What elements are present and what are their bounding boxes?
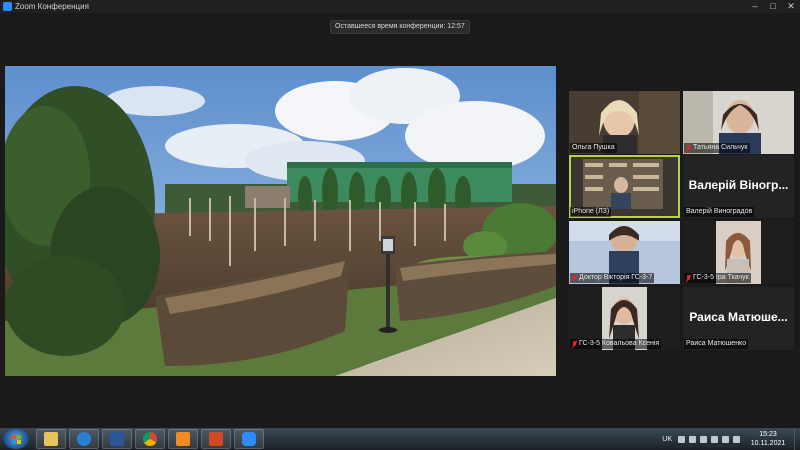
network-icon[interactable] [722, 435, 729, 443]
participant-name-label: Ольга Пушка [570, 143, 617, 153]
chrome-icon [143, 432, 157, 446]
mic-muted-icon [686, 274, 691, 282]
participant-tile[interactable]: Доктор Вікторія ГС-3-7 [569, 221, 680, 284]
media-player-icon [176, 432, 190, 446]
participant-tile[interactable]: Татьяна Сильчук [683, 91, 794, 154]
participant-name-label: Валерій Виноградов [684, 207, 755, 217]
taskbar-media-player[interactable] [168, 429, 198, 449]
volume-icon[interactable] [733, 435, 740, 443]
bluetooth-icon[interactable] [711, 435, 718, 443]
participant-tile[interactable]: Раиса Матюше... Раиса Матюшенко [683, 287, 794, 350]
taskbar-explorer[interactable] [36, 429, 66, 449]
language-indicator[interactable]: UK [662, 436, 672, 443]
tray-icon[interactable] [700, 435, 707, 443]
taskbar-zoom[interactable] [234, 429, 264, 449]
internet-explorer-icon [77, 432, 91, 446]
participant-name-label: Доктор Вікторія ГС-3-7 [570, 273, 655, 283]
windows-logo-icon [12, 435, 21, 444]
zoom-icon [242, 432, 256, 446]
participant-name-label: ГС-3-5 Ковальова Ксенія [570, 339, 662, 349]
mic-muted-icon [686, 144, 691, 152]
shared-screen [5, 66, 556, 376]
taskbar-internet-explorer[interactable] [69, 429, 99, 449]
participant-tile[interactable]: ГС-3-5 Ковальова Ксенія [569, 287, 680, 350]
taskbar-powerpoint[interactable] [201, 429, 231, 449]
keyboard-icon[interactable] [678, 435, 685, 443]
vineyard-photo [5, 66, 556, 376]
windows-taskbar: UK 15:23 10.11.2021 [0, 428, 800, 450]
mic-muted-icon [572, 274, 577, 282]
participant-name-label: Татьяна Сильчук [684, 143, 750, 153]
clock[interactable]: 15:23 10.11.2021 [742, 430, 794, 448]
minimize-button[interactable]: – [746, 0, 764, 13]
participant-tile-active-speaker[interactable]: iPhone (ЛЗ) [569, 155, 680, 218]
taskbar-chrome[interactable] [135, 429, 165, 449]
system-tray: UK 15:23 10.11.2021 [662, 428, 800, 450]
zoom-app-icon [3, 2, 12, 11]
window-title: Zoom Конференция [15, 2, 89, 11]
powerpoint-icon [209, 432, 223, 446]
maximize-button[interactable]: □ [764, 0, 782, 13]
participant-name-label: Раиса Матюшенко [684, 339, 749, 349]
show-desktop-button[interactable] [794, 428, 800, 450]
participant-tile[interactable]: Ольга Пушка [569, 91, 680, 154]
start-button[interactable] [3, 429, 29, 449]
participant-tile[interactable]: ГС-3-5 Іра Ткачук [683, 221, 794, 284]
mic-muted-icon [572, 340, 577, 348]
title-bar: Zoom Конференция – □ ✕ [0, 0, 800, 13]
taskbar-word[interactable] [102, 429, 132, 449]
clock-date: 10.11.2021 [750, 440, 786, 447]
folder-icon [44, 432, 58, 446]
clock-time: 15:23 [759, 431, 777, 438]
meeting-timer: Оставшееся время конференции: 12:57 [330, 20, 470, 34]
zoom-window: Zoom Конференция – □ ✕ Оставшееся время … [0, 0, 800, 450]
participant-name-placeholder: Валерій Віногр... [688, 178, 789, 192]
word-icon [110, 432, 124, 446]
participant-tile[interactable]: Валерій Віногр... Валерій Виноградов [683, 155, 794, 218]
close-button[interactable]: ✕ [782, 0, 800, 13]
participant-name-label: iPhone (ЛЗ) [570, 207, 612, 217]
participant-name-label: ГС-3-5 Іра Ткачук [684, 273, 751, 283]
participant-name-placeholder: Раиса Матюше... [689, 310, 788, 324]
tray-icon[interactable] [689, 435, 696, 443]
